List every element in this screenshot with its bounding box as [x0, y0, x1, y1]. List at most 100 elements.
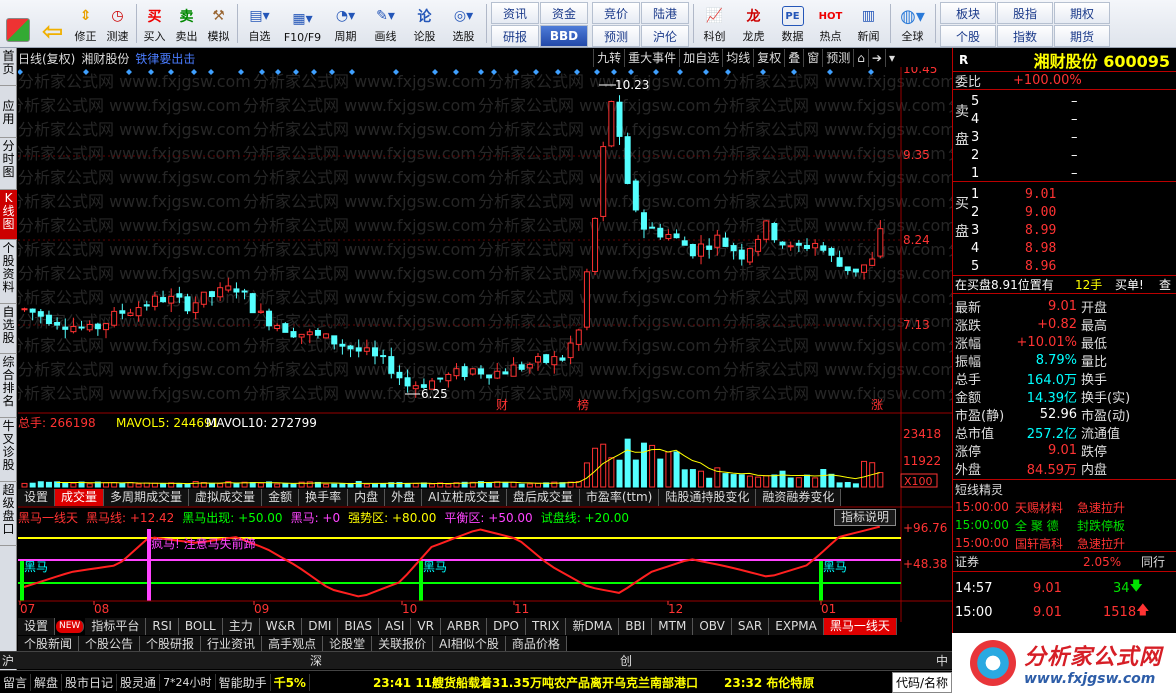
simulate-button[interactable]: ⚒ 模拟 — [203, 0, 235, 47]
ind-tab[interactable]: BBI — [619, 618, 653, 635]
ind-tab-active[interactable]: 黑马一线天 — [823, 618, 897, 635]
ind-tab[interactable]: SAR — [731, 618, 770, 635]
vol-tab[interactable]: 成交量 — [55, 489, 105, 506]
short-elf-row[interactable]: 15:00:00 国轩高科 急速拉升 — [953, 534, 1176, 552]
event-marker-up[interactable]: 涨 — [871, 397, 883, 412]
watchlist-button[interactable]: ▤▾ 自选 — [240, 0, 280, 47]
tool-add-watch[interactable]: 加自选 — [679, 49, 722, 67]
discuss-button[interactable]: 论 论股 — [406, 0, 444, 47]
ind-tab[interactable]: BOLL — [178, 618, 223, 635]
market-sz[interactable]: 深 — [310, 652, 620, 669]
f10-button[interactable]: ▦▾ F10/F9 — [280, 0, 326, 47]
data-button[interactable]: PE 数据 — [774, 0, 812, 47]
short-elf-row[interactable]: 15:00:00 天赐材料 急速拉升 — [953, 498, 1176, 516]
news-button[interactable]: ▥ 新闻 — [850, 0, 888, 47]
ind-tab[interactable]: OBV — [693, 618, 732, 635]
short-elf-row[interactable]: 15:00:00 全 聚 德封跌停板 — [953, 516, 1176, 534]
rule-link[interactable]: 铁律要出击 — [135, 50, 195, 67]
sidetab-app[interactable]: 应用 — [0, 86, 17, 138]
ind-tab[interactable]: RSI — [146, 618, 179, 635]
revise-button[interactable]: ⇕ 修正 — [70, 0, 102, 47]
vol-tab[interactable]: AI立桩成交量 — [422, 489, 507, 506]
ind-tab[interactable]: MTM — [652, 618, 694, 635]
forecast-tab[interactable]: 预测 — [592, 25, 640, 47]
vol-tab[interactable]: 外盘 — [385, 489, 423, 506]
vol-tab[interactable]: 虚拟成交量 — [189, 489, 263, 506]
sector-tab[interactable]: 板块 — [940, 2, 996, 24]
stock-tab[interactable]: 个股 — [940, 25, 996, 47]
sidetab-timeshare[interactable]: 分时图 — [0, 138, 17, 190]
dragon-tiger-button[interactable]: 龙 龙虎 — [734, 0, 774, 47]
event-marker-finance[interactable]: 财 — [496, 398, 508, 412]
status-assistant[interactable]: 智能助手 — [216, 673, 271, 691]
tool-overlay[interactable]: 叠 — [784, 49, 803, 67]
arrow-right-icon[interactable]: ➔ — [867, 49, 885, 67]
ind-tab[interactable]: W&R — [259, 618, 303, 635]
vol-tab[interactable]: 多周期成交量 — [104, 489, 190, 506]
vol-tab[interactable]: 融资融券变化 — [756, 489, 842, 506]
ind-tab[interactable]: VR — [411, 618, 441, 635]
index-tab[interactable]: 指数 — [997, 25, 1053, 47]
status-724[interactable]: 7*24小时 — [160, 674, 216, 690]
vol-tab[interactable]: 市盈率(ttm) — [579, 489, 660, 506]
kline-chart[interactable]: 分析家公式网 www.fxjgsw.com 分析家公式网 www.fxjgsw.c… — [18, 67, 952, 622]
code-search[interactable]: 代码/名称 — [891, 671, 952, 693]
ind-tab[interactable]: 主力 — [222, 618, 260, 635]
ind-tab[interactable]: DMI — [302, 618, 339, 635]
hk-connect-tab[interactable]: 陆港 — [641, 2, 689, 24]
vol-tab[interactable]: 换手率 — [299, 489, 349, 506]
ind-tab[interactable]: EXPMA — [769, 618, 824, 635]
tool-adjust[interactable]: 复权 — [753, 49, 784, 67]
ind-tab[interactable]: TRIX — [526, 618, 567, 635]
sidetab-home[interactable]: 首页 — [0, 48, 17, 86]
menu-grid-button[interactable] — [0, 0, 36, 47]
vol-tab[interactable]: 内盘 — [348, 489, 386, 506]
research-tab[interactable]: 研报 — [491, 25, 539, 47]
capital-tab[interactable]: 资金 — [540, 2, 588, 24]
ind-tab[interactable]: ARBR — [440, 618, 488, 635]
status-diary[interactable]: 股市日记 — [62, 673, 118, 691]
status-comment[interactable]: 解盘 — [31, 673, 63, 691]
period-button[interactable]: ◔▾ 周期 — [326, 0, 366, 47]
star-market-button[interactable]: 📈 科创 — [696, 0, 734, 47]
vol-tab[interactable]: 盘后成交量 — [506, 489, 580, 506]
buy-button[interactable]: 买 买入 — [139, 0, 171, 47]
ind-tab[interactable]: BIAS — [338, 618, 380, 635]
vol-tab[interactable]: 陆股通持股变化 — [659, 489, 757, 506]
market-cy[interactable]: 创 — [620, 652, 936, 669]
sidetab-diagnosis[interactable]: 牛叉诊股 — [0, 418, 17, 482]
auction-tab[interactable]: 竞价 — [592, 2, 640, 24]
shanghai-london-tab[interactable]: 沪伦 — [641, 25, 689, 47]
ind-tab[interactable]: 新DMA — [566, 618, 620, 635]
draw-line-button[interactable]: ✎▾ 画线 — [366, 0, 406, 47]
tool-major-events[interactable]: 重大事件 — [624, 49, 679, 67]
back-button[interactable]: ⇦ — [36, 0, 70, 47]
sidetab-watchlist[interactable]: 自选股 — [0, 304, 17, 354]
tool-window[interactable]: 窗 — [803, 49, 822, 67]
futures-tab[interactable]: 期货 — [1054, 25, 1110, 47]
tool-ma[interactable]: 均线 — [722, 49, 753, 67]
news-tab[interactable]: 资讯 — [491, 2, 539, 24]
news-ticker-2[interactable]: 23:32 布伦特原 — [721, 674, 817, 691]
sidetab-profile[interactable]: 个股资料 — [0, 240, 17, 304]
options-tab[interactable]: 期权 — [1054, 2, 1110, 24]
lock-icon[interactable]: ⌂ — [853, 49, 868, 67]
sidetab-kline[interactable]: K线图 — [0, 190, 17, 240]
vol-tab[interactable]: 金额 — [262, 489, 300, 506]
tool-nine-turn[interactable]: 九转 — [593, 49, 624, 67]
ind-tab[interactable]: DPO — [487, 618, 526, 635]
global-button[interactable]: ◍▾ 全球 — [893, 0, 933, 47]
bbd-tab[interactable]: BBD — [540, 25, 588, 47]
sector-row[interactable]: 证券 2.05% 同行 — [953, 552, 1176, 572]
stock-picker-button[interactable]: ◎▾ 选股 — [444, 0, 484, 47]
tool-forecast[interactable]: 预测 — [822, 49, 853, 67]
news-ticker-1[interactable]: 23:41 11艘货船载着31.35万吨农产品离开乌克兰南部港口 — [370, 674, 701, 691]
sidetab-super-book[interactable]: 超级盘口 — [0, 482, 17, 546]
sidetab-ranking[interactable]: 综合排名 — [0, 354, 17, 418]
indicator-help-button[interactable]: 指标说明 — [834, 509, 896, 526]
ind-tab[interactable]: 指标平台 — [85, 618, 147, 635]
ind-tab[interactable]: ASI — [379, 618, 412, 635]
market-zz[interactable]: 中 — [936, 652, 948, 669]
menu-down-icon[interactable]: ▾ — [884, 49, 898, 67]
stock-index-tab[interactable]: 股指 — [997, 2, 1053, 24]
